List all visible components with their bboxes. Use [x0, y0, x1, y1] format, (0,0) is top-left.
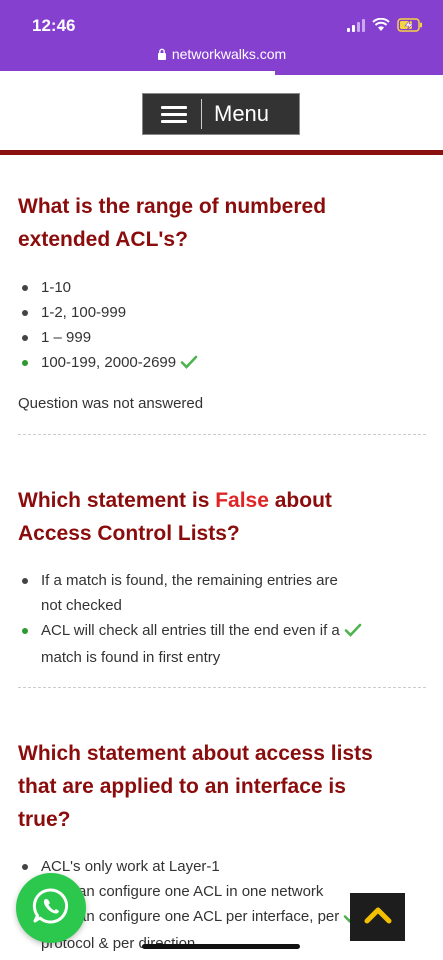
- question-divider: [18, 687, 426, 688]
- browser-top-bar: 12:46 networkwalks.com: [0, 0, 443, 75]
- scroll-to-top-button[interactable]: [350, 893, 405, 941]
- url-text: networkwalks.com: [171, 46, 287, 62]
- check-icon: [180, 352, 198, 377]
- hamburger-icon: [161, 102, 187, 127]
- whatsapp-icon: [30, 885, 72, 932]
- answer-status: Question was not answered: [18, 395, 204, 412]
- header-rule: [0, 150, 443, 155]
- menu-label: Menu: [214, 101, 270, 126]
- answer-list: If a match is found, the remaining entri…: [18, 568, 428, 670]
- whatsapp-button[interactable]: [16, 873, 86, 943]
- question-title: Which statement about access lists that …: [18, 742, 373, 831]
- home-indicator[interactable]: [142, 944, 300, 949]
- question-title: What is the range of numbered extended A…: [18, 195, 327, 251]
- answer-option: 1-2, 100-999: [18, 300, 428, 325]
- address-bar[interactable]: networkwalks.com: [0, 46, 443, 63]
- question-divider: [18, 434, 426, 435]
- answer-option: If a match is found, the remaining entri…: [18, 568, 428, 618]
- status-time: 12:46: [32, 16, 76, 35]
- check-icon: [344, 620, 362, 645]
- page-load-progress: [0, 71, 275, 75]
- menu-button[interactable]: Menu: [142, 93, 300, 135]
- chevron-up-icon: [363, 905, 393, 930]
- lock-icon: [157, 47, 167, 63]
- status-icons: [347, 18, 423, 32]
- wifi-icon: [372, 18, 390, 32]
- answer-option: 1 – 999: [18, 325, 428, 350]
- question-1: What is the range of numbered extended A…: [18, 190, 428, 412]
- answer-option: ACL's only work at Layer-1: [18, 854, 428, 879]
- answer-list: 1-10 1-2, 100-999 1 – 999 100-199, 2000-…: [18, 275, 428, 377]
- menu-divider: [201, 99, 202, 129]
- answer-option: 1-10: [18, 275, 428, 300]
- answer-option-correct: ACL will check all entries till the end …: [18, 618, 428, 670]
- answer-option-correct: 100-199, 2000-2699: [18, 350, 428, 377]
- battery-charging-icon: [397, 18, 423, 32]
- question-2: Which statement is False about Access Co…: [18, 484, 428, 670]
- question-title: Which statement is False about Access Co…: [18, 489, 332, 545]
- signal-icon: [347, 18, 365, 32]
